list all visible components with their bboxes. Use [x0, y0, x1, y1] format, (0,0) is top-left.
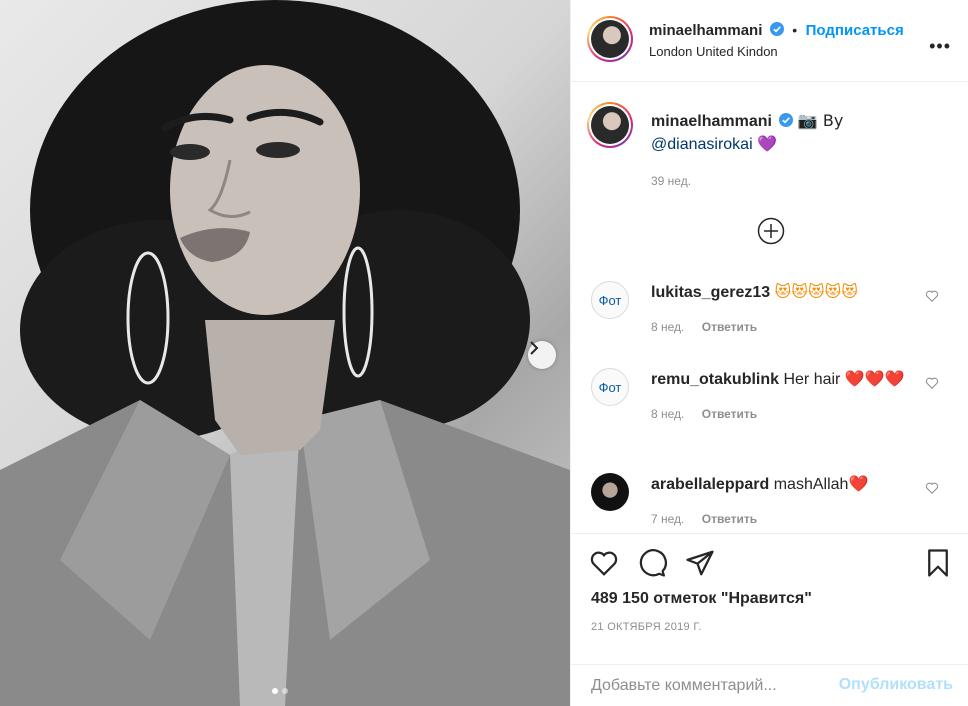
comment-time[interactable]: 8 нед.	[651, 320, 684, 334]
caption-author-avatar[interactable]	[587, 102, 633, 148]
separator-dot: •	[792, 22, 798, 38]
image-pagination-dots	[272, 688, 288, 694]
comment-emoji: ❤️	[848, 474, 869, 493]
heart-icon[interactable]	[589, 548, 619, 578]
reply-button[interactable]: Ответить	[702, 407, 757, 421]
follow-button[interactable]: Подписаться	[806, 22, 904, 39]
publish-button[interactable]: Опубликовать	[839, 676, 953, 694]
author-username[interactable]: minaelhammani	[649, 22, 762, 39]
comment-time[interactable]: 8 нед.	[651, 407, 684, 421]
comment-input[interactable]	[591, 675, 821, 697]
comment-text: mashAllah	[769, 476, 849, 493]
chevron-right-icon	[530, 341, 539, 355]
verified-badge-icon	[769, 22, 784, 36]
author-avatar[interactable]	[587, 16, 633, 62]
caption-mention-link[interactable]: @dianasirokai	[651, 136, 753, 153]
commenter-username[interactable]: arabellaleppard	[651, 476, 769, 493]
pagination-dot	[282, 688, 288, 694]
commenter-username[interactable]: lukitas_gerez13	[651, 284, 770, 301]
post-actions-bar: 489 150 отметок "Нравится" 21 ОКТЯБРЯ 20…	[571, 533, 968, 643]
likes-count[interactable]: 489 150 отметок "Нравится"	[591, 590, 812, 608]
share-icon[interactable]	[685, 548, 715, 578]
comment-emoji: ❤️❤️❤️	[844, 369, 905, 388]
post-caption: minaelhammani 📷 By @dianasirokai 💜 39 не…	[651, 110, 941, 192]
verified-badge-icon	[779, 113, 794, 127]
like-comment-heart-icon[interactable]	[925, 289, 939, 303]
commenter-avatar[interactable]: Фот	[591, 281, 629, 319]
comment-time[interactable]: 7 нед.	[651, 512, 684, 526]
caption-text: 📷 By	[797, 111, 844, 130]
post-date[interactable]: 21 ОКТЯБРЯ 2019 Г.	[591, 621, 702, 633]
commenter-username[interactable]: remu_otakublink	[651, 371, 779, 388]
post-side-panel: minaelhammani • Подписаться London Unite…	[570, 0, 968, 706]
like-comment-heart-icon[interactable]	[925, 376, 939, 390]
reply-button[interactable]: Ответить	[702, 320, 757, 334]
post-location[interactable]: London United Kindon	[649, 44, 778, 59]
portrait-illustration	[0, 0, 570, 706]
comment-text: Her hair	[779, 371, 845, 388]
purple-heart-emoji: 💜	[757, 134, 777, 153]
comments-section[interactable]: minaelhammani 📷 By @dianasirokai 💜 39 не…	[571, 83, 968, 532]
comment-icon[interactable]	[637, 548, 667, 578]
caption-time[interactable]: 39 нед.	[651, 170, 941, 192]
like-comment-heart-icon[interactable]	[925, 481, 939, 495]
add-circle-icon[interactable]	[757, 217, 785, 245]
caption-username[interactable]: minaelhammani	[651, 113, 772, 130]
reply-button[interactable]: Ответить	[702, 512, 757, 526]
commenter-avatar[interactable]: Фот	[591, 368, 629, 406]
add-comment-bar: Опубликовать	[571, 664, 968, 706]
commenter-avatar[interactable]	[591, 473, 629, 511]
post-photo	[0, 0, 570, 706]
more-options-button[interactable]: •••	[929, 36, 951, 57]
post-header: minaelhammani • Подписаться London Unite…	[571, 0, 968, 82]
pagination-dot-active	[272, 688, 278, 694]
next-image-button[interactable]	[528, 341, 556, 369]
comment-emoji: 😻😻😻😻😻	[774, 282, 859, 301]
bookmark-icon[interactable]	[923, 548, 953, 578]
